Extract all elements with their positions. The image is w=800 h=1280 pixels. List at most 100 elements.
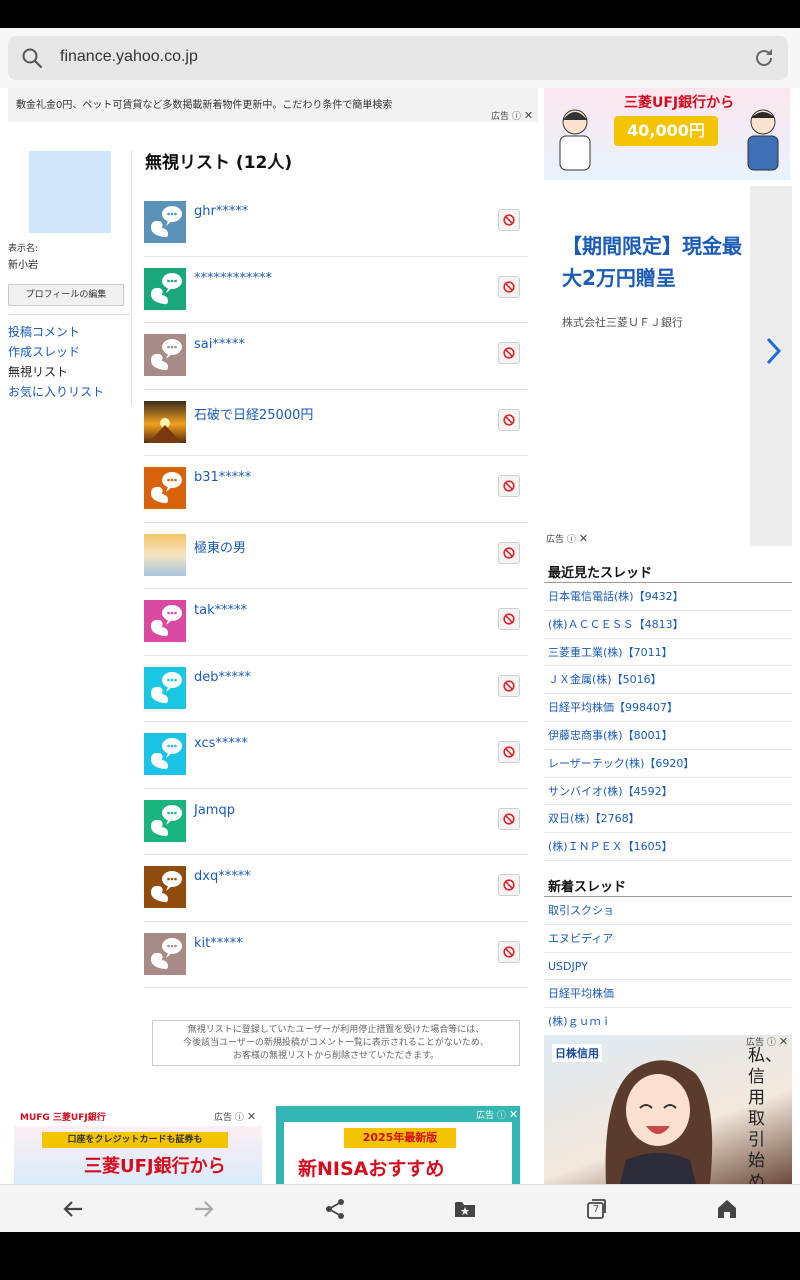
back-arrow-icon[interactable] — [61, 1197, 85, 1221]
thread-link[interactable]: USDJPY — [544, 953, 792, 981]
user-avatar[interactable] — [144, 799, 186, 842]
ad-side-panel — [750, 186, 792, 546]
nav-posted-comments[interactable]: 投稿コメント — [8, 322, 130, 342]
thread-link[interactable]: 伊藤忠商事(株)【8001】 — [544, 722, 792, 750]
thread-link[interactable]: レーザーテック(株)【6920】 — [544, 750, 792, 778]
remove-from-ignore-button[interactable] — [498, 807, 520, 830]
user-name[interactable]: deb***** — [194, 670, 251, 685]
thread-link[interactable]: 日本電信電話(株)【9432】 — [544, 583, 792, 611]
user-name[interactable]: kit***** — [194, 936, 243, 951]
remove-from-ignore-button[interactable] — [498, 874, 520, 896]
thread-link[interactable]: サンバイオ(株)【4592】 — [544, 778, 792, 806]
profile-edit-button[interactable]: プロフィールの編集 — [8, 284, 124, 306]
display-name-label: 表示名: — [8, 244, 39, 254]
chevron-right-icon[interactable] — [764, 336, 782, 366]
bottom-ad-nisa[interactable]: 広告 ⓘ ✕ 2025年最新版 新NISAおすすめ — [276, 1106, 520, 1184]
remove-from-ignore-button[interactable] — [498, 741, 520, 763]
ignore-list-notice: 無視リストに登録していたユーザーが利用停止措置を受けた場合等には、 今後該当ユー… — [152, 1020, 520, 1066]
prohibited-icon — [503, 347, 515, 359]
thread-link[interactable]: エヌビディア — [544, 925, 792, 953]
browser-chrome: finance.yahoo.co.jp — [0, 28, 800, 88]
nav-created-threads[interactable]: 作成スレッド — [8, 342, 130, 362]
remove-from-ignore-button[interactable] — [498, 209, 520, 231]
banner-headline: 三菱UFJ銀行から — [624, 95, 735, 111]
user-avatar[interactable] — [144, 932, 186, 975]
thread-link[interactable]: (株)ＡＣＣＥＳＳ【4813】 — [544, 611, 792, 639]
user-avatar[interactable] — [144, 467, 186, 509]
user-name[interactable]: 極東の男 — [194, 537, 246, 556]
ad-vertical-text: 私、信用取引始めます — [748, 1046, 782, 1184]
bookmarks-folder-icon[interactable] — [453, 1197, 477, 1221]
user-name[interactable]: 石破で日経25000円 — [194, 404, 313, 423]
remove-from-ignore-button[interactable] — [498, 674, 520, 697]
top-text-ad[interactable]: 敷金礼金0円、ペット可賃貸など多数掲載新着物件更新中。こだわり条件で簡単検索 広… — [8, 88, 538, 122]
reload-icon[interactable] — [752, 46, 776, 70]
user-avatar[interactable] — [144, 733, 186, 775]
bottom-ad-mufg[interactable]: MUFG 三菱UFJ銀行 広告 ⓘ ✕ 口座をクレジットカードも証券も 三菱UFJ… — [14, 1106, 262, 1184]
user-avatar[interactable] — [144, 267, 186, 310]
ad-brand-bar: MUFG 三菱UFJ銀行 広告 ⓘ ✕ — [14, 1106, 262, 1126]
thread-link[interactable]: ＪＸ金属(株)【5016】 — [544, 666, 792, 695]
display-name: 新小岩 — [8, 260, 38, 271]
remove-from-ignore-button[interactable] — [498, 342, 520, 364]
prohibited-icon — [503, 679, 515, 692]
prohibited-icon — [503, 613, 515, 625]
thread-link[interactable]: (株)ｇｕｍｉ — [544, 1008, 792, 1036]
share-icon[interactable] — [323, 1197, 347, 1221]
user-avatar[interactable] — [144, 201, 186, 243]
home-icon[interactable] — [715, 1197, 739, 1221]
remove-from-ignore-button[interactable] — [498, 408, 520, 431]
new-threads-title: 新着スレッド — [548, 880, 627, 895]
user-name[interactable]: xcs***** — [194, 736, 248, 751]
thread-link[interactable]: 双日(株)【2768】 — [544, 805, 792, 834]
ignore-list-row: kit***** — [144, 922, 528, 988]
remove-from-ignore-button[interactable] — [498, 475, 520, 497]
side-ad-title[interactable]: 【期間限定】現金最大2万円贈呈 — [562, 230, 752, 294]
search-icon — [22, 48, 43, 69]
prohibited-icon — [503, 945, 515, 958]
remove-from-ignore-button[interactable] — [498, 541, 520, 564]
tabs-button[interactable]: 7 — [584, 1197, 608, 1221]
user-name[interactable]: ghr***** — [194, 204, 248, 219]
user-name[interactable]: dxq***** — [194, 869, 251, 884]
user-name[interactable]: Jamqp — [194, 803, 235, 818]
user-name[interactable]: ************ — [194, 271, 272, 286]
ad-tag: 2025年最新版 — [344, 1128, 456, 1148]
forward-arrow-icon[interactable] — [192, 1197, 216, 1221]
ad-body: 2025年最新版 新NISAおすすめ — [284, 1122, 512, 1184]
user-avatar[interactable] — [144, 400, 186, 443]
url-text[interactable]: finance.yahoo.co.jp — [60, 48, 198, 66]
banner-ad-mufg[interactable]: 三菱UFJ銀行から 40,000円 — [544, 88, 790, 180]
illustration-ad[interactable]: 日株信用 私、信用取引始めます 広告 ⓘ✕ — [544, 1036, 792, 1184]
user-avatar[interactable] — [144, 866, 186, 908]
thread-link[interactable]: 取引スクショ — [544, 897, 792, 925]
thread-link[interactable]: 日経平均株価【998407】 — [544, 694, 792, 722]
anime-girl-illustration — [605, 1060, 713, 1184]
divider — [131, 151, 132, 405]
remove-from-ignore-button[interactable] — [498, 608, 520, 630]
ad-label: 広告 ⓘ ✕ — [746, 1036, 789, 1048]
side-ad[interactable]: 【期間限定】現金最大2万円贈呈 株式会社三菱ＵＦＪ銀行 広告 ⓘ ✕ — [544, 186, 792, 546]
user-avatar[interactable] — [144, 666, 186, 709]
nav-favorites[interactable]: お気に入りリスト — [8, 382, 130, 402]
remove-from-ignore-button[interactable] — [498, 275, 520, 298]
thread-link[interactable]: 三菱重工業(株)【7011】 — [544, 639, 792, 667]
ad-headline: 新NISAおすすめ — [298, 1158, 445, 1180]
user-name[interactable]: tak***** — [194, 603, 247, 618]
new-threads-list: 取引スクショ エヌビディア USDJPY 日経平均株価 (株)ｇｕｍｉ — [544, 897, 792, 1036]
user-name[interactable]: sai***** — [194, 337, 245, 352]
prohibited-icon — [503, 812, 515, 825]
thread-link[interactable]: 日経平均株価 — [544, 980, 792, 1009]
thread-link[interactable]: (株)ＩＮＰＥＸ【1605】 — [544, 833, 792, 861]
user-avatar[interactable] — [144, 600, 186, 642]
prohibited-icon — [503, 546, 515, 559]
avatar — [29, 151, 111, 233]
prohibited-icon — [503, 746, 515, 758]
profile-nav: 投稿コメント 作成スレッド 無視リスト お気に入りリスト — [8, 322, 130, 402]
address-bar[interactable]: finance.yahoo.co.jp — [8, 36, 788, 80]
top-ad-text[interactable]: 敷金礼金0円、ペット可賃貸など多数掲載新着物件更新中。こだわり条件で簡単検索 — [16, 96, 392, 111]
remove-from-ignore-button[interactable] — [498, 940, 520, 963]
user-avatar[interactable] — [144, 334, 186, 376]
user-avatar[interactable] — [144, 533, 186, 576]
user-name[interactable]: b31***** — [194, 470, 251, 485]
